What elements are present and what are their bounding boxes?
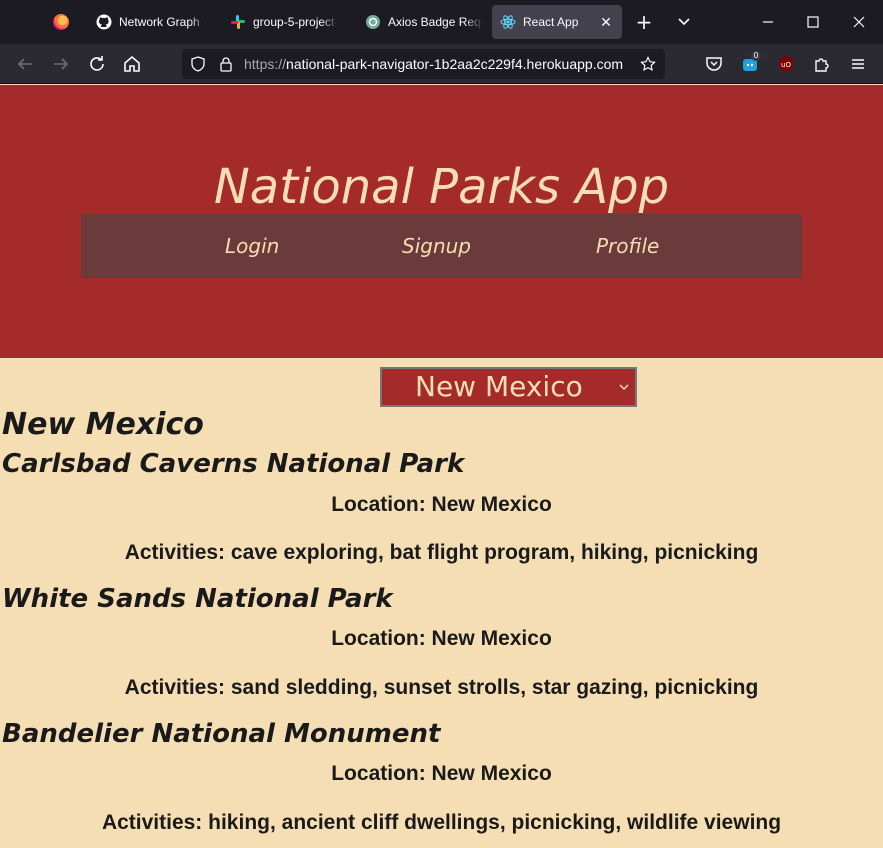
ublock-icon[interactable]: uO	[774, 52, 798, 76]
tab-label: Axios Badge Requ	[388, 15, 483, 29]
park-name: White Sands National Park	[2, 584, 393, 614]
park-location: Location: New Mexico	[331, 627, 552, 650]
react-icon	[500, 15, 516, 29]
close-window-icon[interactable]	[847, 10, 871, 34]
park-name: Carlsbad Caverns National Park	[2, 449, 465, 479]
chatgpt-icon	[366, 15, 380, 29]
tab-label: React App	[523, 15, 579, 29]
bookmark-star-icon[interactable]	[640, 56, 656, 72]
new-tab-icon[interactable]: +	[634, 10, 654, 34]
app-title: National Parks App	[213, 159, 670, 215]
lock-icon[interactable]	[218, 56, 234, 72]
firefox-icon[interactable]	[53, 14, 69, 30]
menu-icon[interactable]	[846, 52, 870, 76]
park-name: Bandelier National Monument	[2, 719, 441, 749]
maximize-icon[interactable]	[801, 10, 825, 34]
chevron-down-icon	[619, 384, 629, 391]
state-heading: New Mexico	[2, 407, 204, 442]
home-icon[interactable]	[120, 52, 144, 76]
pocket-icon[interactable]	[702, 52, 726, 76]
state-select-value: New Mexico	[415, 370, 583, 403]
app-nav: Login Signup Profile	[81, 214, 802, 278]
chevron-down-icon[interactable]	[676, 12, 692, 32]
close-tab-icon[interactable]: ✕	[598, 14, 614, 30]
login-link[interactable]: Login	[225, 234, 279, 258]
park-activities: Activities: cave exploring, bat flight p…	[124, 541, 759, 564]
browser-nav-bar: https://national-park-navigator-1b2aa2c2…	[0, 44, 883, 84]
github-icon	[96, 14, 112, 30]
reload-icon[interactable]	[85, 52, 109, 76]
back-icon[interactable]	[13, 52, 37, 76]
slack-icon	[231, 15, 245, 29]
url-domain: national-park-navigator-1b2aa2c229f4.her…	[286, 56, 624, 72]
tab-label: group-5-project-	[253, 15, 339, 29]
park-activities: Activities: hiking, ancient cliff dwelli…	[101, 811, 782, 834]
url-bar[interactable]: https://national-park-navigator-1b2aa2c2…	[182, 49, 665, 79]
extensions-icon[interactable]	[810, 52, 834, 76]
park-location: Location: New Mexico	[331, 762, 552, 785]
state-select[interactable]: New Mexico	[380, 367, 637, 407]
page-content: National Parks App Login Signup Profile …	[0, 85, 883, 848]
url-scheme: https://	[244, 56, 287, 72]
extension-badge: 0	[751, 51, 761, 61]
minimize-icon[interactable]	[756, 10, 780, 34]
url-text[interactable]: https://national-park-navigator-1b2aa2c2…	[244, 56, 623, 72]
tab-react-app[interactable]: React App ✕	[492, 5, 622, 39]
signup-link[interactable]: Signup	[402, 234, 471, 258]
tab-slack[interactable]: group-5-project-	[222, 5, 348, 39]
tab-label: Network Graph ·	[119, 15, 208, 29]
tab-network-graph[interactable]: Network Graph ·	[88, 5, 214, 39]
svg-text:uO: uO	[781, 61, 791, 69]
park-activities: Activities: sand sledding, sunset stroll…	[124, 676, 759, 699]
browser-tab-bar: Network Graph · group-5-project- Axios B…	[0, 0, 883, 44]
app-header: National Parks App Login Signup Profile	[0, 85, 883, 358]
profile-link[interactable]: Profile	[596, 234, 659, 258]
forward-icon[interactable]	[49, 52, 73, 76]
shield-icon[interactable]	[190, 56, 206, 72]
park-location: Location: New Mexico	[331, 493, 552, 516]
tab-axios-badge[interactable]: Axios Badge Requ	[357, 5, 483, 39]
